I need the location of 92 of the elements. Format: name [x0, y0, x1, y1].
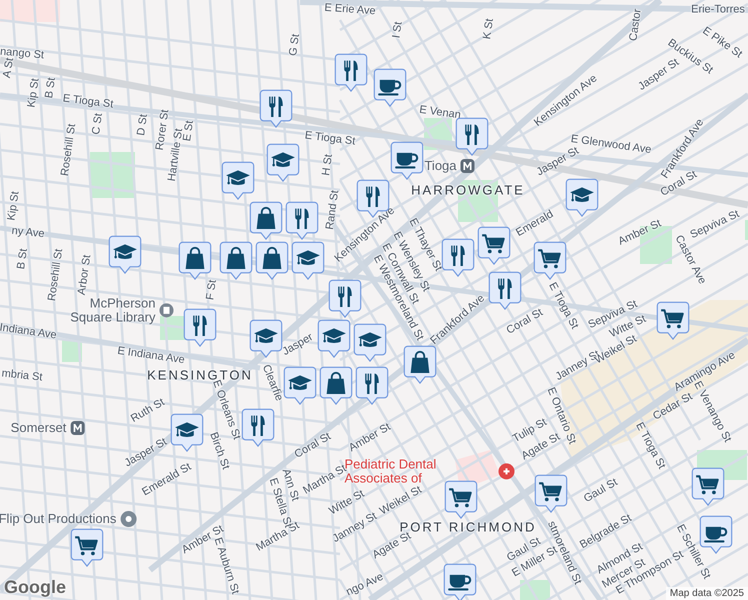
street-label: E Tioga St	[633, 421, 667, 471]
street-label: Castor	[628, 8, 644, 42]
cart-marker-icon[interactable]	[444, 480, 478, 519]
street-label: E Tioga St	[304, 130, 356, 148]
street-label: E Indiana Ave	[116, 346, 186, 366]
mortarboard-marker-icon[interactable]	[249, 319, 283, 358]
cart-marker-icon[interactable]	[477, 226, 511, 265]
bag-marker-icon[interactable]	[249, 201, 283, 240]
mortarboard-marker-icon[interactable]	[266, 143, 300, 182]
street-label: E Tioga St	[546, 281, 580, 331]
street-label: Cedar St	[651, 391, 695, 423]
cup-marker-icon[interactable]	[390, 141, 424, 180]
street-label: D St	[136, 114, 150, 136]
fork-knife-marker-icon[interactable]	[441, 238, 475, 277]
cart-marker-icon[interactable]	[533, 241, 567, 280]
mortarboard-marker-icon[interactable]	[565, 178, 599, 217]
street-label: Kip St	[6, 190, 22, 222]
street-label: K St	[482, 18, 496, 40]
street-label: Indiana Ave	[0, 322, 58, 342]
street-label: Rosehill St	[46, 248, 66, 302]
fork-knife-marker-icon[interactable]	[183, 308, 217, 347]
cup-marker-icon[interactable]	[443, 563, 477, 600]
neighborhood-label: KENSINGTON	[147, 368, 253, 382]
map-logo: Google	[4, 577, 66, 598]
street-label: H St	[321, 154, 335, 176]
street-label: Rand St	[324, 190, 342, 230]
street-label: C St	[91, 112, 105, 136]
street-label: Rorer St	[154, 108, 172, 152]
street-label: F St	[205, 279, 219, 301]
street-label: Kip St	[26, 78, 42, 108]
street-label: Erie-Torres	[691, 4, 745, 16]
fork-knife-marker-icon[interactable]	[259, 89, 293, 128]
street-label: ny Ave	[11, 226, 45, 240]
mortarboard-marker-icon[interactable]	[291, 241, 325, 280]
cup-marker-icon[interactable]	[373, 68, 407, 107]
fork-knife-marker-icon[interactable]	[488, 271, 522, 310]
street-label: Ruth St	[129, 397, 167, 425]
bag-marker-icon[interactable]	[255, 241, 289, 280]
medical-pin-icon[interactable]	[498, 462, 516, 480]
neighborhood-label: PORT RICHMOND	[400, 520, 536, 534]
place-label: Somerset	[10, 421, 66, 435]
street-label: E Erie Ave	[324, 2, 376, 18]
place-label: McPherson Square Library	[69, 296, 156, 324]
fork-knife-marker-icon[interactable]	[285, 201, 319, 240]
place-label: Tioga	[424, 159, 457, 173]
neighborhood-label: HARROWGATE	[411, 184, 525, 196]
mortarboard-marker-icon[interactable]	[170, 413, 204, 452]
metro-station-icon[interactable]	[69, 420, 86, 436]
street-label: E St	[182, 120, 196, 142]
street-label: Clearfie	[260, 363, 284, 403]
bag-marker-icon[interactable]	[403, 345, 437, 384]
street-label: A St	[2, 57, 16, 79]
cart-marker-icon[interactable]	[691, 467, 725, 506]
mortarboard-marker-icon[interactable]	[317, 319, 351, 358]
street-label: Birch St	[207, 431, 231, 471]
library-pin-icon[interactable]	[158, 302, 174, 318]
mortarboard-marker-icon[interactable]	[221, 161, 255, 200]
fork-knife-marker-icon[interactable]	[328, 279, 362, 318]
street-label: E Venan	[418, 104, 462, 122]
street-label: B St	[16, 248, 30, 270]
street-label: mbria St	[1, 368, 43, 384]
cart-marker-icon[interactable]	[534, 474, 568, 513]
map-attribution: Map data ©2025	[666, 587, 748, 600]
mortarboard-marker-icon[interactable]	[283, 366, 317, 405]
bag-marker-icon[interactable]	[319, 366, 353, 405]
mortarboard-marker-icon[interactable]	[108, 235, 142, 274]
street-label: I St	[391, 21, 405, 39]
cart-marker-icon[interactable]	[656, 301, 690, 340]
street-label: E Tioga St	[62, 93, 114, 111]
place-pin-icon[interactable]	[119, 510, 138, 528]
street-label: Coral St	[505, 307, 545, 337]
street-label: Witte St	[328, 488, 366, 518]
street-label: Coral St	[293, 431, 333, 461]
street-label: Rosehill St	[60, 123, 78, 177]
street-label: G St	[288, 33, 302, 57]
street-label: E Auburn St	[212, 536, 240, 596]
bag-marker-icon[interactable]	[219, 241, 253, 280]
cart-marker-icon[interactable]	[70, 528, 104, 567]
street-label: B St	[44, 76, 58, 100]
fork-knife-marker-icon[interactable]	[334, 53, 368, 92]
place-label: Pediatric Dental Associates of	[344, 457, 438, 485]
park-area	[745, 220, 748, 240]
street-label: ngo Ave	[344, 572, 386, 598]
metro-station-icon[interactable]	[460, 158, 476, 174]
street-label: Gaul St	[582, 477, 620, 505]
fork-knife-marker-icon[interactable]	[241, 408, 275, 447]
place-label: Flip Out Productions	[0, 512, 116, 526]
fork-knife-marker-icon[interactable]	[455, 117, 489, 156]
bag-marker-icon[interactable]	[178, 241, 212, 280]
street-label: Arbor St	[76, 254, 94, 296]
street-label: E Pike St	[700, 26, 744, 60]
fork-knife-marker-icon[interactable]	[355, 366, 389, 405]
